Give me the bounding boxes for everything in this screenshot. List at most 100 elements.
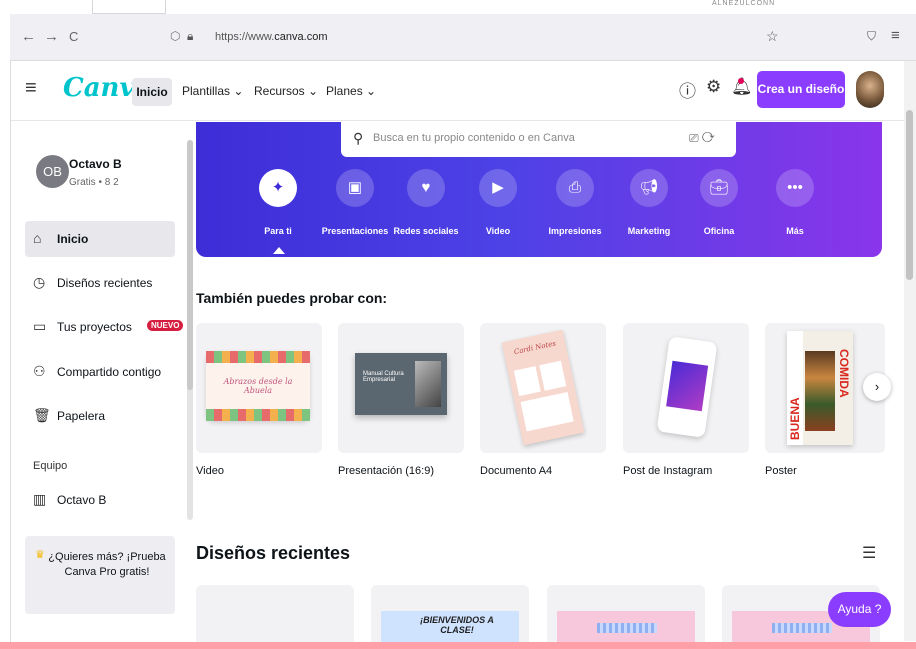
create-design-button[interactable]: Crea un diseño [757, 71, 845, 108]
help-icon[interactable]: ⓘ [679, 77, 696, 102]
nav-recursos[interactable]: Recursos ⌄ [254, 84, 318, 98]
page-scroll-thumb[interactable] [906, 110, 913, 280]
sparkle-icon: ✦ [259, 169, 297, 207]
new-badge: NUEVO [147, 320, 184, 331]
template-label[interactable]: Post de Instagram [623, 465, 712, 477]
heart-icon: ♥ [407, 169, 445, 207]
document-thumb: Cardi Notes [501, 329, 585, 446]
camera-icon[interactable]: ⎚ ⟳ [689, 131, 715, 146]
sidebar: OB Octavo B Gratis • 8 2 ⌂ Inicio ◷ Dise… [11, 122, 193, 649]
team-label: Equipo [33, 460, 68, 472]
help-button[interactable]: Ayuda ? [828, 592, 891, 627]
selected-caret [273, 247, 285, 254]
pro-promo[interactable]: ♛ ¿Quieres más? ¡Prueba Canva Pro gratis… [25, 536, 175, 614]
document-block [539, 360, 567, 391]
sidebar-item-compartido[interactable]: ⚇ Compartido contigo [25, 354, 175, 390]
printer-icon: ⎙ [556, 169, 594, 207]
category-video[interactable]: ▶ Video [454, 169, 542, 236]
search-placeholder: Busca en tu propio contenido o en Canva [373, 132, 575, 144]
document-thumb-text: Cardi Notes [513, 339, 557, 357]
poster-thumb: BUENA COMIDA [787, 331, 853, 445]
sidebar-item-papelera[interactable]: 🗑︎ Papelera [25, 398, 175, 434]
document-block [520, 392, 574, 432]
template-label[interactable]: Video [196, 465, 224, 477]
hamburger-icon[interactable]: ≡ [25, 77, 37, 100]
bottom-bar [0, 642, 916, 649]
video-icon: ▶ [479, 169, 517, 207]
ruler-graphic [772, 623, 832, 633]
presentation-thumb-text: Manual Cultura Empresarial [363, 371, 404, 383]
user-avatar[interactable] [856, 71, 884, 108]
category-para-ti[interactable]: ✦ Para ti [234, 169, 322, 236]
flower-border [206, 351, 310, 363]
sidebar-item-recientes[interactable]: ◷ Diseños recientes [25, 265, 175, 301]
pocket-icon[interactable]: ⛉ [867, 29, 876, 44]
presentation-icon: ▣ [336, 169, 374, 207]
bookmark-icon[interactable]: ☆ [766, 28, 779, 45]
sidebar-item-label: Compartido contigo [57, 365, 162, 379]
building-icon: ▥ [33, 491, 47, 507]
sidebar-avatar[interactable]: OB [36, 155, 69, 188]
sidebar-item-team[interactable]: ▥ Octavo B [25, 482, 175, 518]
section-title-recent: Diseños recientes [196, 543, 351, 563]
sidebar-item-label: Inicio [57, 232, 89, 246]
presentation-thumb: Manual Cultura Empresarial [355, 353, 447, 415]
search-icon: ⚲ [353, 130, 364, 146]
nav-inicio[interactable]: Inicio [132, 78, 172, 106]
section-title-try: También puedes probar con: [196, 290, 388, 306]
nav-planes[interactable]: Planes ⌄ [326, 84, 376, 98]
pro-promo-text: ¿Quieres más? ¡Prueba Canva Pro gratis! [48, 551, 166, 578]
food-photo [805, 351, 835, 431]
template-video[interactable]: Abrazos desde la Abuela [196, 323, 322, 453]
nav-plantillas[interactable]: Plantillas ⌄ [182, 84, 243, 98]
poster-word-b: COMIDA [837, 349, 851, 398]
poster-word-a: BUENA [788, 397, 802, 440]
photo-placeholder [415, 361, 441, 407]
search-input[interactable]: ⚲ Busca en tu propio contenido o en Canv… [341, 122, 736, 157]
sidebar-item-label: Octavo B [57, 493, 107, 507]
template-presentation[interactable]: Manual Cultura Empresarial [338, 323, 464, 453]
url-bar[interactable]: https://www.canva.com [215, 31, 328, 43]
lock-icon: 🔒︎ [187, 29, 194, 43]
sidebar-item-label: Tus proyectos [57, 320, 132, 334]
template-label[interactable]: Poster [765, 465, 797, 477]
forward-icon[interactable]: → [44, 28, 59, 45]
template-label[interactable]: Documento A4 [480, 465, 552, 477]
settings-icon[interactable]: ⚙ [706, 77, 721, 97]
template-label[interactable]: Presentación (16:9) [338, 465, 434, 477]
category-oficina[interactable]: 💼︎ Oficina [675, 169, 763, 236]
folder-icon: ▭ [33, 318, 47, 334]
list-view-icon[interactable]: ☰ [862, 543, 876, 563]
reload-icon[interactable]: C [69, 29, 78, 44]
user-name[interactable]: Octavo B [69, 157, 122, 171]
app-menu-icon[interactable]: ≡ [891, 27, 900, 44]
clock-icon: ◷ [33, 274, 46, 290]
shared-users-icon: ⚇ [33, 363, 46, 379]
megaphone-icon: 📢︎ [630, 169, 668, 207]
recent-design[interactable] [196, 585, 354, 649]
user-plan: Gratis • 8 2 [69, 177, 119, 188]
browser-tab[interactable] [92, 0, 166, 14]
ruler-graphic [597, 623, 657, 633]
category-label: Más [786, 226, 804, 236]
recent-thumb-text: ¡BIENVENIDOS A CLASE! [420, 615, 494, 635]
document-block [513, 366, 541, 397]
sidebar-item-inicio[interactable]: ⌂ Inicio [25, 221, 175, 257]
recent-design[interactable]: ¡BIENVENIDOS A CLASE! [371, 585, 529, 649]
notification-dot [738, 78, 744, 84]
recent-design[interactable] [547, 585, 705, 649]
video-thumb: Abrazos desde la Abuela [206, 351, 310, 421]
template-document[interactable]: Cardi Notes [480, 323, 606, 453]
category-mas[interactable]: ••• Más [751, 169, 839, 236]
phone-thumb [656, 336, 718, 438]
template-instagram[interactable] [623, 323, 749, 453]
canva-header: ≡ Canva Inicio Plantillas ⌄ Recursos ⌄ P… [10, 61, 905, 121]
back-icon[interactable]: ← [21, 28, 36, 45]
sidebar-item-label: Papelera [57, 409, 106, 423]
trash-icon: 🗑︎ [33, 407, 51, 423]
sidebar-item-label: Diseños recientes [57, 276, 153, 290]
video-thumb-text: Abrazos desde la Abuela [223, 377, 293, 395]
main-content: ⚲ Busca en tu propio contenido o en Canv… [186, 122, 904, 649]
category-label: Oficina [703, 226, 735, 236]
chevron-right-icon[interactable]: › [863, 373, 891, 401]
